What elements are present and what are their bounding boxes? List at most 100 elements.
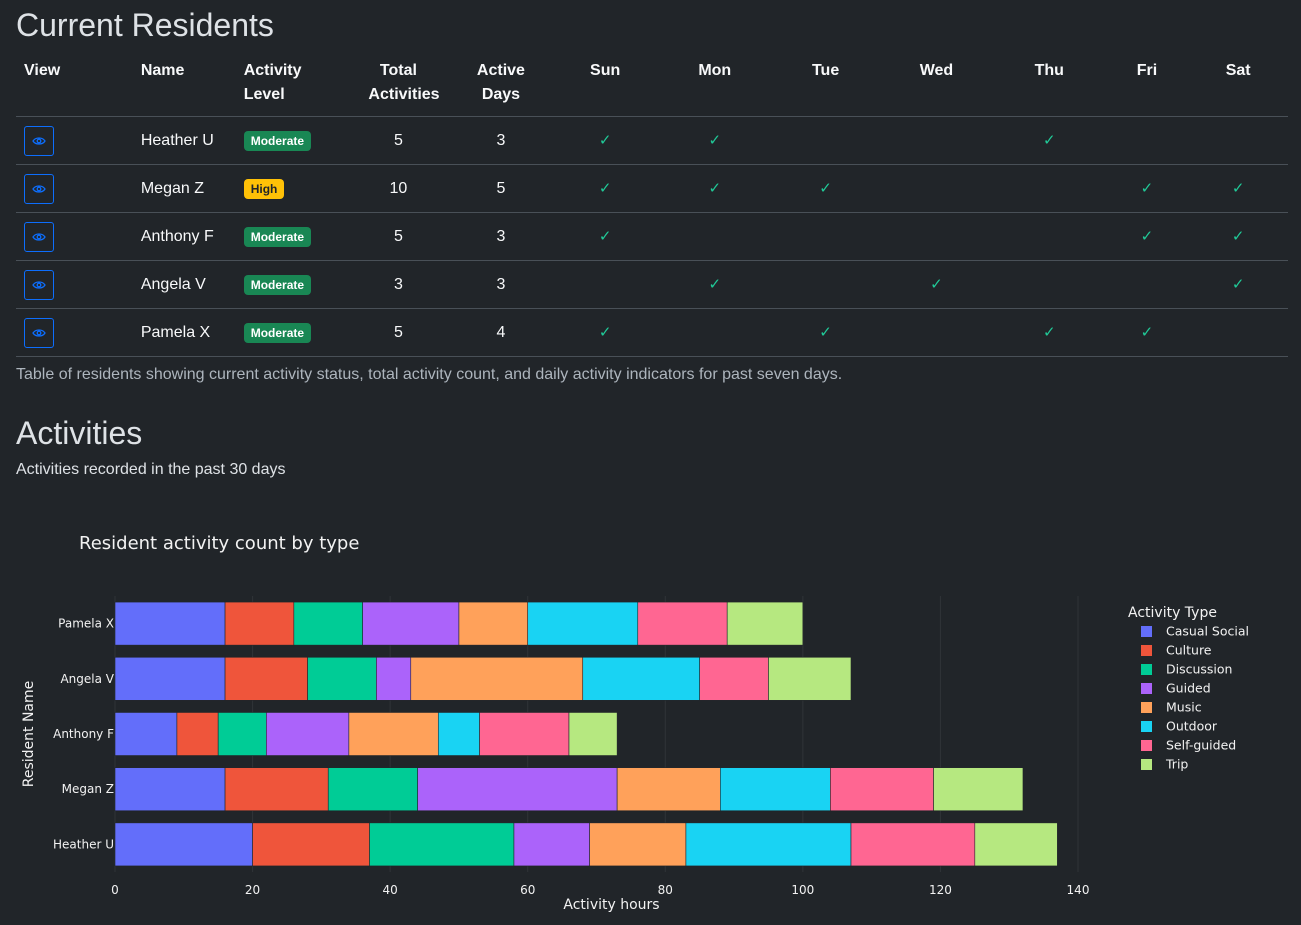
view-button[interactable] (24, 173, 54, 204)
col-sun: Sun (551, 56, 659, 117)
day-sun-cell: ✓ (551, 164, 659, 213)
check-icon: ✓ (1042, 324, 1056, 341)
activity-level-badge: Moderate (243, 226, 312, 247)
table-row: Anthony F Moderate 5 3 ✓ ✓ ✓ (16, 212, 1288, 261)
x-tick-label: 20 (245, 883, 260, 897)
activity-level-cell: Moderate (235, 260, 347, 309)
bar-segment (417, 767, 618, 812)
bar-segment (637, 601, 728, 646)
activity-level-cell: High (235, 164, 347, 213)
bar-segment (224, 601, 295, 646)
activities-subtitle: Activities recorded in the past 30 days (16, 461, 286, 478)
view-button[interactable] (24, 269, 54, 300)
day-thu-cell: ✓ (992, 116, 1106, 165)
col-active-days-label: Active Days (476, 62, 525, 103)
x-tick-label: 40 (383, 883, 398, 897)
view-cell (16, 116, 133, 165)
bar-segment (293, 601, 363, 646)
legend-title: Activity Type (1128, 605, 1217, 621)
col-mon: Mon (658, 56, 772, 117)
total-activities: 3 (346, 260, 450, 309)
view-cell (16, 164, 133, 213)
bar-segment (933, 767, 1024, 812)
legend-label: Guided (1166, 681, 1211, 696)
x-tick-label: 0 (111, 883, 119, 897)
day-mon-cell: ✓ (658, 164, 772, 213)
col-activity-level: Activity Level (235, 56, 347, 117)
check-icon: ✓ (708, 180, 722, 197)
day-sun-cell: ✓ (551, 212, 659, 261)
y-tick-label: Heather U (53, 837, 114, 851)
bar-segment (224, 656, 308, 701)
residents-table-body: Heather U Moderate 5 3 ✓ ✓ ✓ Megan Z High 10 5 ✓ ✓ ✓ ✓… (16, 116, 1288, 357)
day-mon-cell (658, 212, 772, 261)
bar-segment (616, 767, 721, 812)
bar-segment (974, 822, 1058, 867)
bar-segment (224, 767, 329, 812)
check-icon: ✓ (1231, 276, 1245, 293)
view-cell (16, 308, 133, 357)
table-caption: Table of residents showing current activ… (16, 366, 843, 383)
col-total-activities: Total Activities (346, 56, 450, 117)
bar-segment (114, 767, 226, 812)
day-sat-cell (1188, 308, 1288, 357)
check-icon: ✓ (1231, 228, 1245, 245)
bar-segment (479, 712, 570, 756)
activity-level-cell: Moderate (235, 116, 347, 165)
day-fri-cell: ✓ (1105, 308, 1189, 357)
bar-segment (252, 822, 370, 867)
check-icon: ✓ (1140, 324, 1154, 341)
legend-label: Outdoor (1166, 719, 1218, 734)
col-wed: Wed (879, 56, 993, 117)
activity-level-badge: Moderate (243, 322, 312, 343)
y-tick-label: Pamela X (58, 617, 114, 631)
active-days: 5 (449, 164, 552, 213)
bar-segment (589, 822, 687, 867)
resident-name: Heather U (132, 116, 236, 165)
legend-swatch (1141, 626, 1152, 637)
check-icon: ✓ (598, 324, 612, 341)
col-activity-level-label: Activity Level (243, 62, 302, 103)
day-sat-cell: ✓ (1188, 212, 1288, 261)
bar-segment (850, 822, 976, 867)
bar-segment (699, 656, 769, 701)
check-icon: ✓ (598, 132, 612, 149)
col-tue: Tue (771, 56, 880, 117)
x-tick-label: 80 (658, 883, 673, 897)
y-axis-label: Resident Name (21, 681, 37, 788)
day-wed-cell: ✓ (879, 260, 993, 309)
activity-level-badge: High (243, 178, 285, 199)
table-row: Megan Z High 10 5 ✓ ✓ ✓ ✓ ✓ (16, 164, 1288, 213)
check-icon: ✓ (930, 276, 943, 293)
bar-segment (410, 656, 584, 701)
bar-segment (114, 712, 178, 756)
eye-icon (32, 136, 46, 145)
col-name: Name (132, 56, 236, 117)
day-tue-cell (771, 260, 880, 309)
day-sun-cell (551, 260, 659, 309)
x-axis-label: Activity hours (563, 897, 659, 913)
y-tick-label: Megan Z (62, 782, 114, 796)
bar-segment (114, 601, 226, 646)
residents-table: View Name Activity Level Total Activitie… (16, 56, 1288, 357)
eye-icon (32, 280, 46, 289)
day-wed-cell (879, 116, 993, 165)
x-tick-label: 140 (1067, 883, 1090, 897)
table-row: Angela V Moderate 3 3 ✓ ✓ ✓ (16, 260, 1288, 309)
view-button[interactable] (24, 317, 54, 348)
view-cell (16, 260, 133, 309)
col-thu: Thu (992, 56, 1106, 117)
eye-icon (32, 328, 46, 337)
eye-icon (32, 232, 46, 241)
active-days: 3 (449, 212, 552, 261)
day-sat-cell: ✓ (1188, 164, 1288, 213)
view-button[interactable] (24, 221, 54, 252)
view-button[interactable] (24, 125, 54, 156)
total-activities: 5 (346, 212, 450, 261)
bar-segment (362, 601, 460, 646)
legend-swatch (1141, 721, 1152, 732)
check-icon: ✓ (708, 132, 722, 149)
resident-name: Angela V (132, 260, 236, 309)
bar-segment (266, 712, 350, 756)
day-fri-cell: ✓ (1105, 212, 1189, 261)
